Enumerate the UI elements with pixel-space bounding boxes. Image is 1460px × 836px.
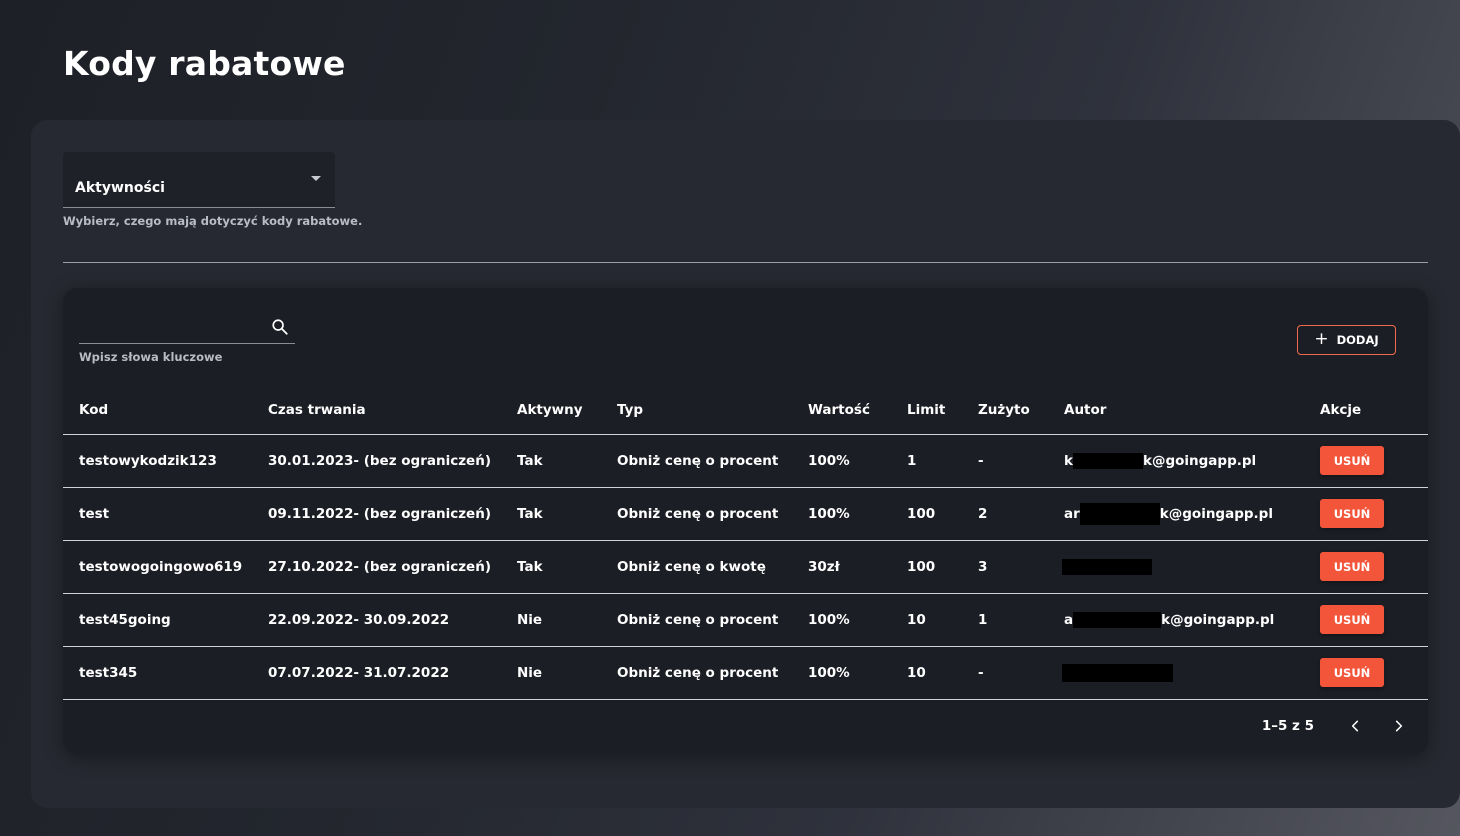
pagination: 1–5 z 5 (1262, 710, 1428, 742)
dropdown-arrow-icon[interactable] (311, 176, 321, 181)
cell-value: 100% (792, 434, 891, 488)
column-header-actions: Akcje (1304, 386, 1428, 435)
add-code-label: DODAJ (1336, 333, 1379, 347)
cell-value: 100% (792, 593, 891, 647)
page-title: Kody rabatowe (63, 44, 346, 83)
search-icon[interactable] (271, 318, 289, 336)
redaction-box (1073, 611, 1162, 628)
table-row: test45going 22.09.2022- 30.09.2022 Nie O… (63, 593, 1428, 647)
cell-author: a k@goingapp.pl (1048, 593, 1304, 647)
cell-value: 100% (792, 646, 891, 700)
redaction-box (1062, 558, 1152, 575)
cell-duration: 07.07.2022- 31.07.2022 (252, 646, 501, 700)
cell-type: Obniż cenę o kwotę (601, 540, 792, 594)
cell-type: Obniż cenę o procent (601, 434, 792, 488)
delete-button[interactable]: USUŃ (1320, 552, 1384, 581)
column-header-type[interactable]: Typ (601, 386, 792, 435)
cell-code: test345 (63, 646, 252, 700)
activity-select-helper: Wybierz, czego mają dotyczyć kody rabato… (63, 214, 363, 228)
previous-page-button[interactable] (1340, 711, 1370, 741)
table-row: testowykodzik123 30.01.2023- (bez ograni… (63, 434, 1428, 488)
author-prefix: a (1064, 611, 1074, 628)
cell-used: 3 (962, 540, 1048, 594)
column-header-value[interactable]: Wartość (792, 386, 891, 435)
cell-actions: USUŃ (1304, 540, 1428, 594)
activity-select-value: Aktywności (75, 180, 165, 196)
delete-button[interactable]: USUŃ (1320, 446, 1384, 475)
cell-active: Nie (501, 646, 601, 700)
table-row: test 09.11.2022- (bez ograniczeń) Tak Ob… (63, 487, 1428, 541)
search-field[interactable] (79, 310, 295, 344)
chevron-left-icon (1351, 720, 1359, 732)
cell-actions: USUŃ (1304, 434, 1428, 488)
table-row: testowogoingowo619 27.10.2022- (bez ogra… (63, 540, 1428, 594)
column-header-used[interactable]: Zużyto (962, 386, 1048, 435)
column-header-limit[interactable]: Limit (891, 386, 962, 435)
cell-duration: 27.10.2022- (bez ograniczeń) (252, 540, 501, 594)
author-suffix: k@goingapp.pl (1142, 452, 1257, 469)
cell-limit: 10 (891, 646, 962, 700)
activity-select[interactable]: Aktywności (63, 152, 335, 208)
cell-limit: 1 (891, 434, 962, 488)
cell-code: testowogoingowo619 (63, 540, 252, 594)
author-prefix: k (1064, 452, 1073, 469)
cell-type: Obniż cenę o procent (601, 646, 792, 700)
column-header-code[interactable]: Kod (63, 386, 252, 435)
cell-actions: USUŃ (1304, 593, 1428, 647)
search-input[interactable] (79, 316, 259, 340)
chevron-right-icon (1395, 720, 1403, 732)
cell-duration: 30.01.2023- (bez ograniczeń) (252, 434, 501, 488)
cell-duration: 09.11.2022- (bez ograniczeń) (252, 487, 501, 541)
author-suffix: k@goingapp.pl (1159, 505, 1273, 522)
cell-author: ar k@goingapp.pl (1048, 487, 1304, 541)
column-header-duration[interactable]: Czas trwania (252, 386, 501, 435)
cell-type: Obniż cenę o procent (601, 593, 792, 647)
discount-codes-table: Kod Czas trwania Aktywny Typ Wartość Lim… (63, 386, 1428, 700)
search-helper: Wpisz słowa kluczowe (79, 350, 223, 364)
author-suffix: k@goingapp.pl (1161, 611, 1275, 628)
cell-type: Obniż cenę o procent (601, 487, 792, 541)
cell-limit: 100 (891, 487, 962, 541)
redaction-box (1072, 452, 1143, 469)
cell-code: test45going (63, 593, 252, 647)
cell-active: Nie (501, 593, 601, 647)
cell-active: Tak (501, 434, 601, 488)
delete-button[interactable]: USUŃ (1320, 658, 1384, 687)
redaction-box (1079, 502, 1160, 525)
cell-used: 2 (962, 487, 1048, 541)
cell-author (1048, 646, 1304, 700)
redaction-box (1062, 663, 1173, 682)
next-page-button[interactable] (1384, 711, 1414, 741)
author-prefix: ar (1064, 505, 1080, 522)
content-card: Aktywności Wybierz, czego mają dotyczyć … (31, 120, 1460, 808)
cell-value: 100% (792, 487, 891, 541)
cell-code: test (63, 487, 252, 541)
section-divider (63, 262, 1428, 263)
table-row: test345 07.07.2022- 31.07.2022 Nie Obniż… (63, 646, 1428, 700)
cell-active: Tak (501, 487, 601, 541)
delete-button[interactable]: USUŃ (1320, 605, 1384, 634)
cell-author (1048, 540, 1304, 594)
cell-used: - (962, 434, 1048, 488)
discount-codes-panel: Wpisz słowa kluczowe + DODAJ Kod Czas tr (63, 288, 1428, 754)
cell-actions: USUŃ (1304, 646, 1428, 700)
table-header-row: Kod Czas trwania Aktywny Typ Wartość Lim… (63, 386, 1428, 435)
cell-duration: 22.09.2022- 30.09.2022 (252, 593, 501, 647)
plus-icon: + (1314, 328, 1329, 349)
cell-used: 1 (962, 593, 1048, 647)
cell-used: - (962, 646, 1048, 700)
add-code-button[interactable]: + DODAJ (1297, 325, 1396, 355)
cell-actions: USUŃ (1304, 487, 1428, 541)
delete-button[interactable]: USUŃ (1320, 499, 1384, 528)
cell-limit: 100 (891, 540, 962, 594)
cell-code: testowykodzik123 (63, 434, 252, 488)
pagination-info: 1–5 z 5 (1261, 718, 1314, 734)
cell-active: Tak (501, 540, 601, 594)
column-header-active[interactable]: Aktywny (501, 386, 601, 435)
column-header-author[interactable]: Autor (1048, 386, 1304, 435)
cell-author: k k@goingapp.pl (1048, 434, 1304, 488)
cell-limit: 10 (891, 593, 962, 647)
cell-value: 30zł (792, 540, 891, 594)
